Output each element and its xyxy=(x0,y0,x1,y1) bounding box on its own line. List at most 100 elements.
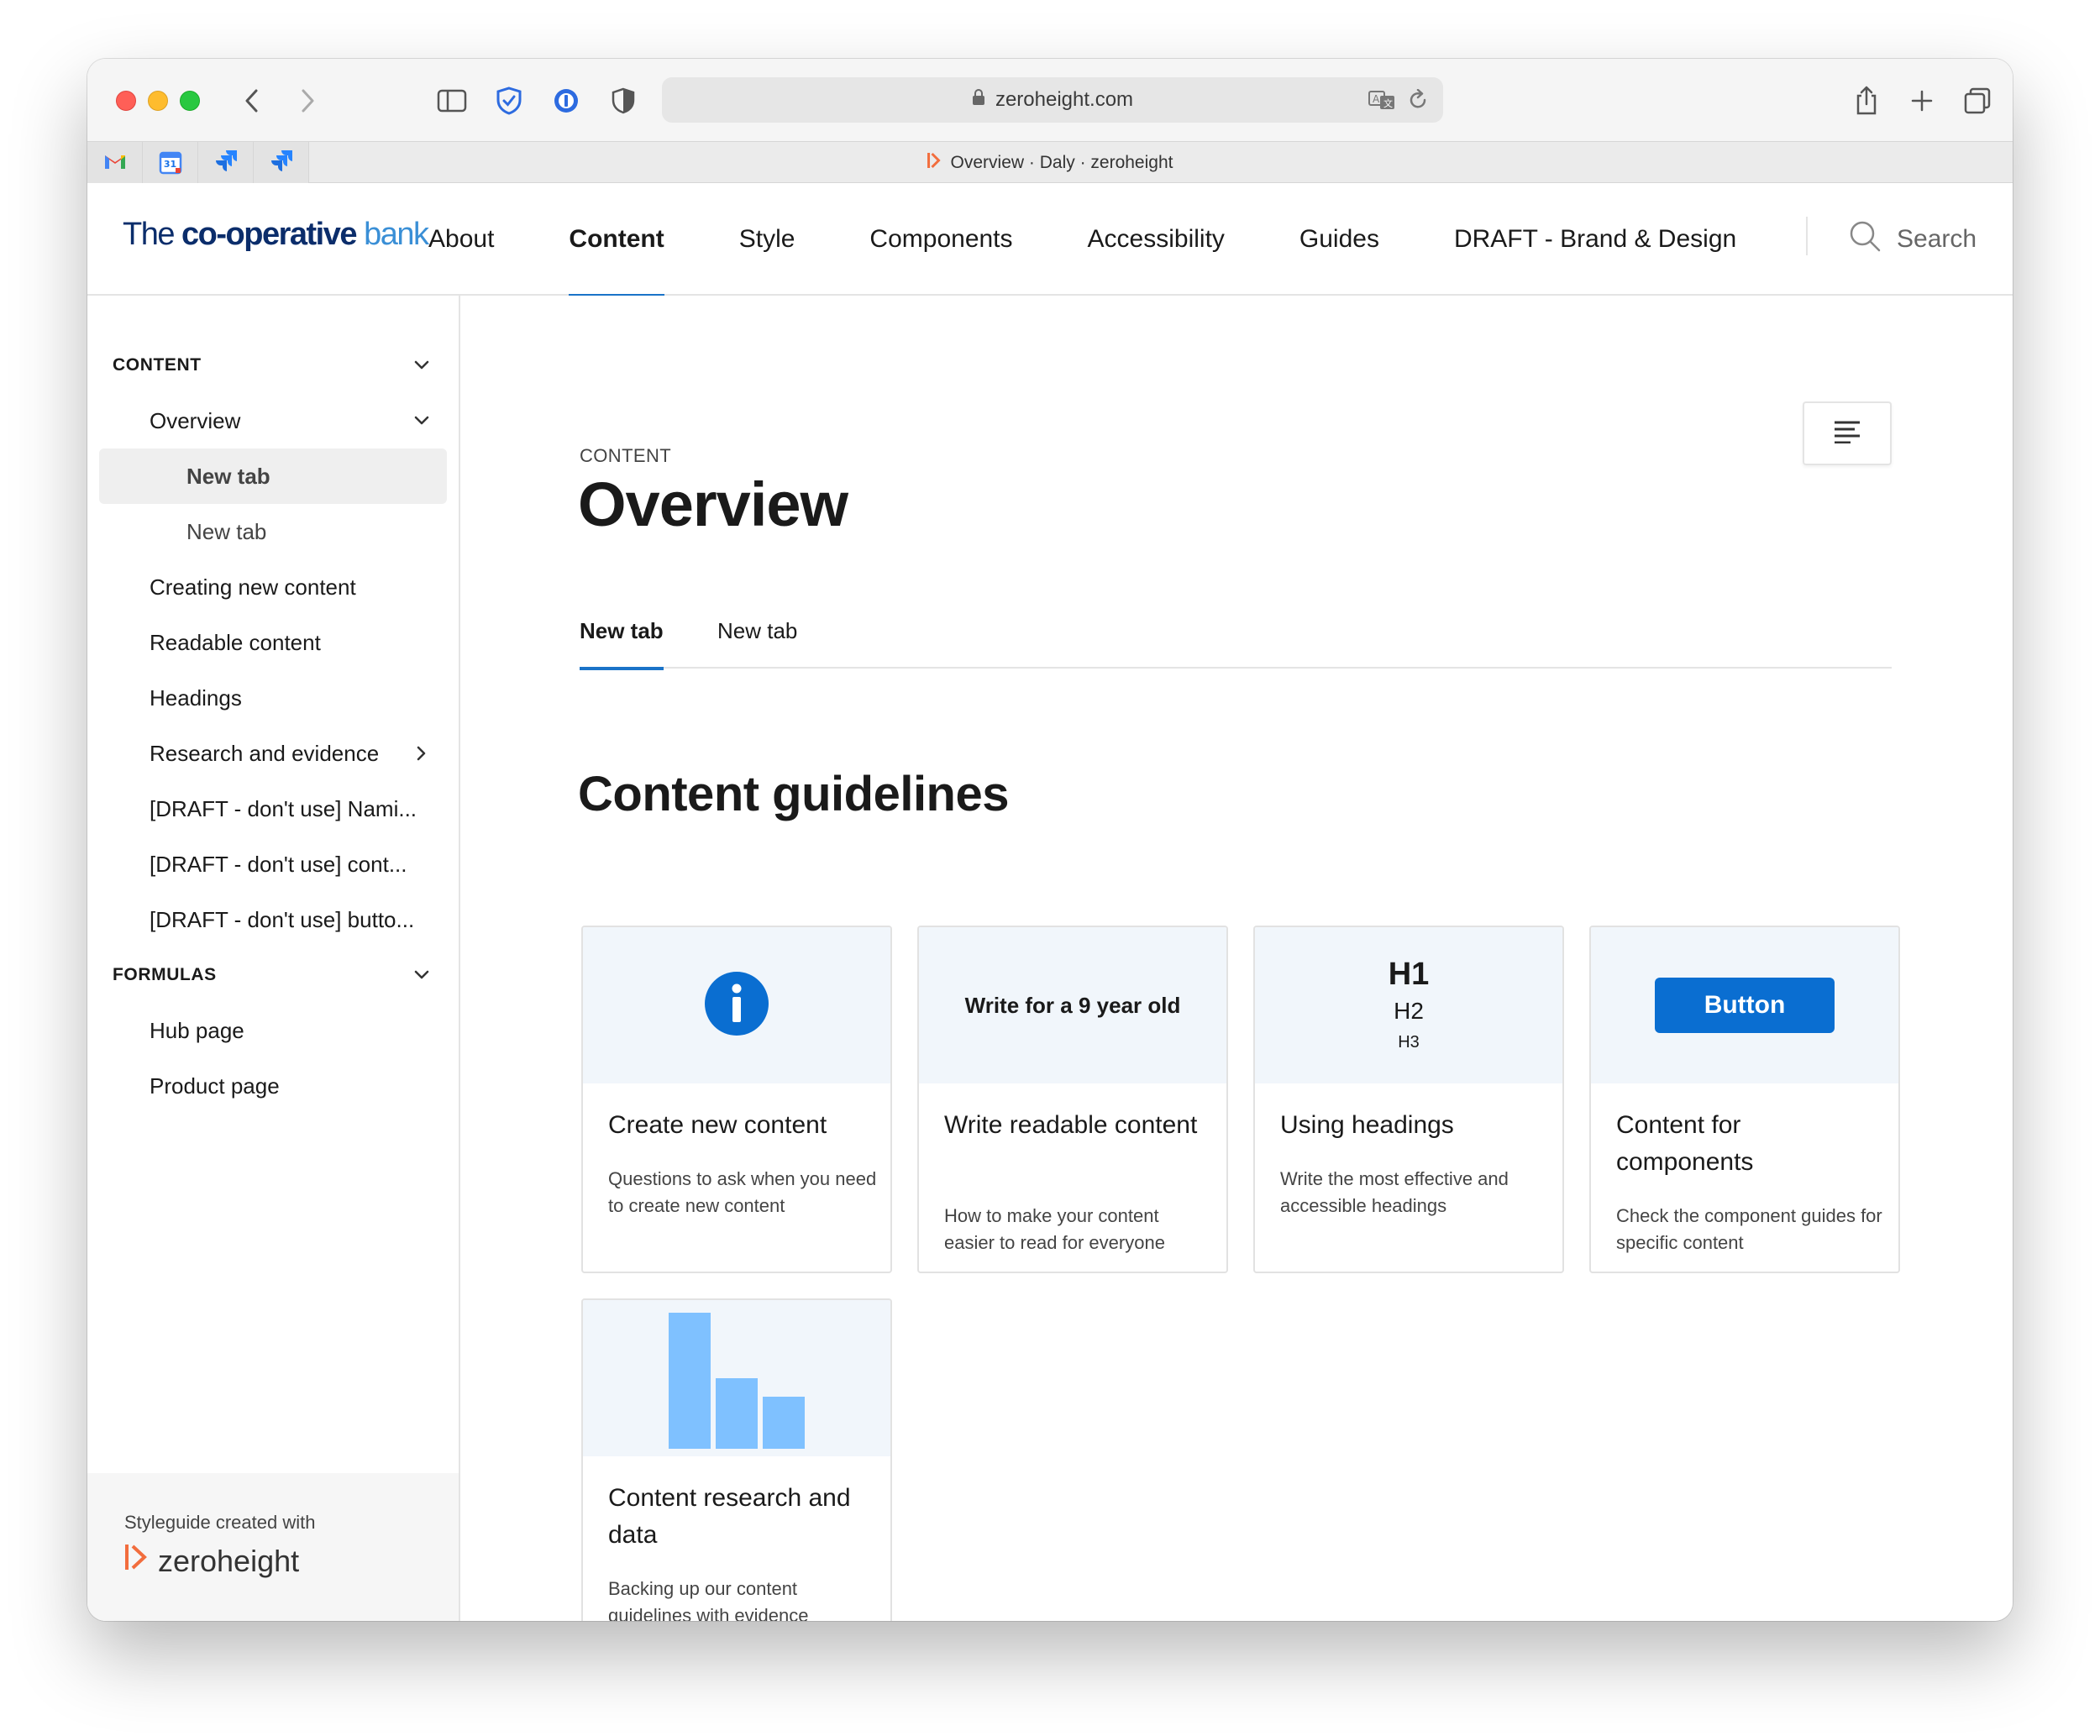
new-tab-icon[interactable] xyxy=(1905,84,1939,118)
sample-button: Button xyxy=(1655,978,1835,1033)
sidebar-section-formulas[interactable]: FORMULAS xyxy=(87,947,460,1003)
card-content-research-and-data[interactable]: Content research and data Backing up our… xyxy=(581,1298,892,1621)
zeroheight-brand: zeroheight xyxy=(158,1543,300,1578)
zeroheight-favicon-icon xyxy=(927,151,941,175)
sidebar-item-label: New tab xyxy=(186,463,270,489)
site-header: The co-operative bank About Content Styl… xyxy=(87,183,2013,297)
bar-chart-icon xyxy=(667,1303,806,1455)
page-tab-new-tab-1[interactable]: New tab xyxy=(580,618,664,670)
table-of-contents-button[interactable] xyxy=(1803,401,1892,465)
sidebar-item-draft-buttons[interactable]: [DRAFT - don't use] butto... xyxy=(87,892,460,947)
card-using-headings[interactable]: H1 H2 H3 Using headings Write the most e… xyxy=(1253,926,1564,1273)
card-media-text: Write for a 9 year old xyxy=(964,992,1181,1018)
sidebar-item-label: Product page xyxy=(150,1073,280,1099)
sidebar-item-label: [DRAFT - don't use] Nami... xyxy=(150,795,417,821)
zeroheight-link[interactable]: zeroheight xyxy=(124,1542,299,1580)
zoom-window-button[interactable] xyxy=(180,91,200,111)
sidebar-item-hub-page[interactable]: Hub page xyxy=(87,1003,460,1058)
back-icon[interactable] xyxy=(235,84,269,118)
card-content-for-components[interactable]: Button Content for components Check the … xyxy=(1589,926,1900,1273)
forward-icon[interactable] xyxy=(291,84,324,118)
translate-icon[interactable]: A文 xyxy=(1368,89,1396,117)
card-write-readable-content[interactable]: Write for a 9 year old Write readable co… xyxy=(917,926,1228,1273)
address-bar[interactable]: zeroheight.com A文 xyxy=(662,77,1443,123)
zeroheight-logo-icon xyxy=(124,1542,148,1580)
card-title: Create new content xyxy=(608,1111,827,1139)
heading-sample-h1: H1 xyxy=(1388,957,1430,992)
card-description: Backing up our content guidelines with e… xyxy=(608,1578,809,1621)
co-operative-bank-logo[interactable]: The co-operative bank xyxy=(123,217,429,253)
search-label: Search xyxy=(1897,225,1977,253)
pinned-tab-jira-2[interactable] xyxy=(254,142,309,184)
sidebar-item-label: FORMULAS xyxy=(113,965,217,984)
password-manager-icon[interactable] xyxy=(549,84,583,118)
sidebar-item-product-page[interactable]: Product page xyxy=(87,1058,460,1114)
sidebar-item-draft-content[interactable]: [DRAFT - don't use] cont... xyxy=(87,837,460,892)
chevron-right-icon xyxy=(412,743,432,769)
nav-guides[interactable]: Guides xyxy=(1299,183,1379,296)
nav-accessibility[interactable]: Accessibility xyxy=(1088,183,1225,296)
jira-icon xyxy=(213,149,239,178)
sidebar-item-label: Creating new content xyxy=(150,574,356,600)
page-title: Overview xyxy=(578,469,848,539)
card-title: Content research and data xyxy=(608,1484,851,1549)
page-tab-new-tab-2[interactable]: New tab xyxy=(717,618,797,669)
svg-text:A: A xyxy=(1373,93,1380,105)
logo-suffix: bank xyxy=(356,217,429,252)
card-title: Content for components xyxy=(1616,1111,1754,1176)
reload-icon[interactable] xyxy=(1408,88,1428,117)
sidebar-item-research-and-evidence[interactable]: Research and evidence xyxy=(87,726,460,781)
card-media: Button xyxy=(1591,927,1898,1083)
nav-content[interactable]: Content xyxy=(569,183,665,297)
active-tab-title: Overview · Daly · zeroheight xyxy=(950,153,1173,172)
sidebar-item-new-tab-2[interactable]: New tab xyxy=(87,504,460,559)
sidebar-item-draft-naming[interactable]: [DRAFT - don't use] Nami... xyxy=(87,781,460,837)
sidebar: CONTENT Overview New tab New tab Creatin… xyxy=(87,296,460,1621)
sidebar-item-new-tab-1[interactable]: New tab xyxy=(99,448,447,504)
active-tab[interactable]: Overview · Daly · zeroheight xyxy=(927,142,1173,184)
sidebar-item-label: Readable content xyxy=(150,629,321,655)
card-title: Write readable content xyxy=(944,1111,1198,1139)
sidebar-item-overview[interactable]: Overview xyxy=(87,393,460,448)
search-button[interactable]: Search xyxy=(1848,183,1977,296)
close-window-button[interactable] xyxy=(116,91,136,111)
sidebar-item-label: Headings xyxy=(150,684,242,711)
card-create-new-content[interactable]: Create new content Questions to ask when… xyxy=(581,926,892,1273)
pinned-tab-gmail[interactable] xyxy=(87,142,143,184)
calendar-icon: 31 xyxy=(159,151,182,175)
sidebar-item-label: [DRAFT - don't use] cont... xyxy=(150,851,407,877)
sidebar-item-readable-content[interactable]: Readable content xyxy=(87,615,460,670)
card-media xyxy=(583,927,890,1083)
heading-sample-h2: H2 xyxy=(1394,998,1424,1024)
pinned-tabs: 31 xyxy=(87,142,309,184)
calendar-day: 31 xyxy=(163,159,177,170)
sidebar-item-headings[interactable]: Headings xyxy=(87,670,460,726)
pinned-tab-calendar[interactable]: 31 xyxy=(143,142,198,184)
main-content: CONTENT Overview New tab New tab Content… xyxy=(462,296,2013,1621)
sidebar-toggle-icon[interactable] xyxy=(435,84,469,118)
privacy-shield-icon[interactable] xyxy=(606,84,640,118)
info-icon xyxy=(704,971,769,1041)
card-description: How to make your content easier to read … xyxy=(944,1205,1165,1253)
nav-style[interactable]: Style xyxy=(739,183,795,296)
pinned-tab-jira-1[interactable] xyxy=(198,142,254,184)
heading-sample-h3: H3 xyxy=(1398,1033,1420,1052)
nav-about[interactable]: About xyxy=(428,183,494,296)
browser-window: zeroheight.com A文 31 Overview · Daly · z… xyxy=(87,59,2013,1621)
url-text: zeroheight.com xyxy=(995,88,1134,111)
nav-draft-brand-design[interactable]: DRAFT - Brand & Design xyxy=(1454,183,1736,296)
share-icon[interactable] xyxy=(1850,84,1883,118)
card-description: Questions to ask when you need to create… xyxy=(608,1168,877,1216)
minimize-window-button[interactable] xyxy=(148,91,168,111)
heading-sample: H1 H2 H3 xyxy=(1389,954,1430,1057)
sidebar-section-content[interactable]: CONTENT xyxy=(87,338,460,393)
card-media: H1 H2 H3 xyxy=(1255,927,1562,1083)
search-icon xyxy=(1848,219,1882,260)
tab-overview-icon[interactable] xyxy=(1961,84,1994,118)
sidebar-item-creating-new-content[interactable]: Creating new content xyxy=(87,559,460,615)
sidebar-item-label: Overview xyxy=(150,407,241,433)
shield-check-icon[interactable] xyxy=(492,84,526,118)
nav-components[interactable]: Components xyxy=(869,183,1012,296)
card-title: Using headings xyxy=(1280,1111,1454,1139)
nav-divider xyxy=(1806,217,1808,255)
